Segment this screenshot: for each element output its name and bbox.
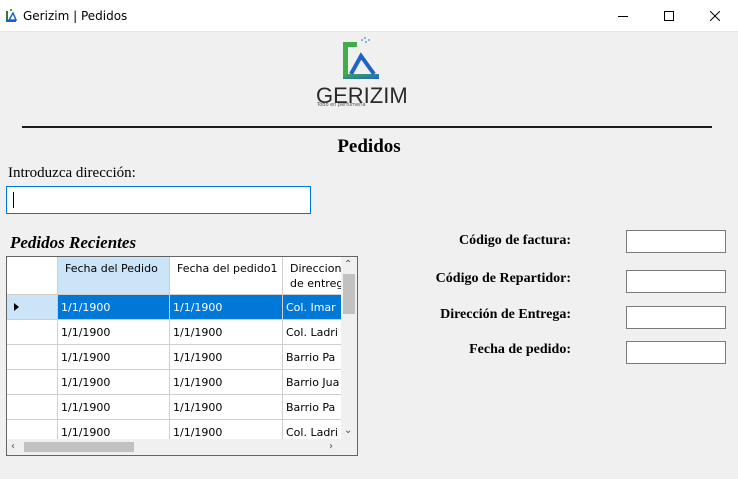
row-header[interactable] — [7, 420, 58, 439]
text-caret — [13, 192, 14, 208]
row-header[interactable] — [7, 345, 58, 370]
delivery-address-field[interactable] — [626, 306, 726, 329]
scroll-left-icon[interactable]: ‹ — [11, 442, 15, 452]
scroll-down-icon[interactable]: ⌄ — [344, 426, 352, 436]
table-cell[interactable]: 1/1/1900 — [170, 370, 283, 395]
table-cell[interactable]: 1/1/1900 — [58, 370, 170, 395]
table-row[interactable]: 1/1/1900 1/1/1900 Col. Ladri — [7, 420, 341, 439]
horizontal-scroll-thumb[interactable] — [24, 442, 134, 452]
courier-code-label: Código de Repartidor: — [435, 271, 571, 286]
table-row[interactable]: 1/1/1900 1/1/1900 Col. Ladri — [7, 320, 341, 345]
app-icon — [6, 9, 17, 22]
table-cell[interactable]: 1/1/1900 — [58, 345, 170, 370]
row-header-corner[interactable] — [7, 257, 58, 295]
table-cell[interactable]: 1/1/1900 — [58, 295, 170, 320]
address-label: Introduzca dirección: — [8, 165, 136, 181]
recent-orders-grid[interactable]: Fecha del Pedido Fecha del pedido1 Direc… — [6, 256, 358, 456]
scroll-right-icon[interactable]: › — [329, 442, 333, 452]
table-cell[interactable]: 1/1/1900 — [170, 395, 283, 420]
page-title: Pedidos — [337, 136, 401, 157]
order-date-label: Fecha de pedido: — [469, 342, 571, 357]
table-cell[interactable]: Barrio Jua — [283, 370, 341, 395]
scroll-up-icon[interactable]: ⌃ — [344, 260, 352, 270]
table-cell[interactable]: 1/1/1900 — [170, 345, 283, 370]
invoice-code-field[interactable] — [626, 230, 726, 253]
maximize-icon — [664, 11, 674, 21]
column-header[interactable]: Fecha del pedido1 — [170, 257, 283, 295]
invoice-code-label: Código de factura: — [459, 233, 571, 248]
row-header[interactable] — [7, 320, 58, 345]
table-cell[interactable]: 1/1/1900 — [170, 295, 283, 320]
table-row[interactable]: 1/1/1900 1/1/1900 Col. Imar — [7, 295, 341, 320]
window-title: Gerizim | Pedidos — [23, 9, 128, 23]
table-row[interactable]: 1/1/1900 1/1/1900 Barrio Pa — [7, 395, 341, 420]
grid-viewport: Fecha del Pedido Fecha del pedido1 Direc… — [7, 257, 341, 439]
header-divider — [22, 126, 712, 128]
current-row-arrow-icon — [14, 303, 19, 311]
table-cell[interactable]: 1/1/1900 — [58, 320, 170, 345]
row-header[interactable] — [7, 370, 58, 395]
table-cell[interactable]: 1/1/1900 — [58, 395, 170, 420]
maximize-button[interactable] — [646, 0, 692, 32]
order-date-field[interactable] — [626, 341, 726, 364]
table-cell[interactable]: 1/1/1900 — [170, 420, 283, 439]
grid-header-row: Fecha del Pedido Fecha del pedido1 Direc… — [7, 257, 341, 295]
title-bar: Gerizim | Pedidos — [0, 0, 738, 32]
scrollbar-corner — [341, 439, 357, 455]
close-icon — [710, 11, 720, 21]
recent-orders-title: Pedidos Recientes — [10, 233, 137, 252]
logo-tagline: Todo en perfumería — [317, 102, 366, 108]
courier-code-field[interactable] — [626, 270, 726, 293]
table-cell[interactable]: 1/1/1900 — [170, 320, 283, 345]
table-row[interactable]: 1/1/1900 1/1/1900 Barrio Pa — [7, 345, 341, 370]
horizontal-scrollbar[interactable]: ‹ › — [7, 439, 341, 455]
row-header[interactable] — [7, 295, 58, 320]
table-cell[interactable]: 1/1/1900 — [58, 420, 170, 439]
row-header[interactable] — [7, 395, 58, 420]
close-button[interactable] — [692, 0, 738, 32]
table-cell[interactable]: Barrio Pa — [283, 395, 341, 420]
column-header[interactable]: Fecha del Pedido — [58, 257, 170, 295]
address-input[interactable] — [6, 186, 311, 214]
minimize-button[interactable] — [600, 0, 646, 32]
table-row[interactable]: 1/1/1900 1/1/1900 Barrio Jua — [7, 370, 341, 395]
minimize-icon — [618, 16, 628, 17]
table-cell[interactable]: Col. Ladri — [283, 420, 341, 439]
delivery-address-label: Dirección de Entrega: — [440, 307, 571, 322]
